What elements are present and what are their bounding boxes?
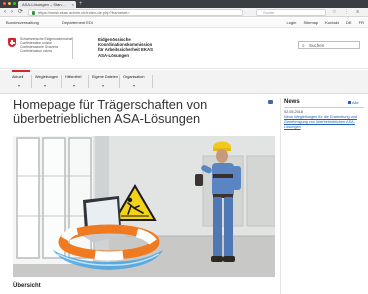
service-links: Login Sitemap Kontakt DE FR xyxy=(281,18,364,28)
news-all-link[interactable]: Alle xyxy=(348,100,359,106)
browser-tab-strip: ASA-Lösungen – Stan… × + xyxy=(0,0,368,8)
section-heading: Übersicht xyxy=(13,283,41,289)
confederation-wordmark: Schweizerische Eidgenossenschaft Confédé… xyxy=(20,37,73,53)
hero-image xyxy=(13,136,275,277)
nav-divider xyxy=(119,75,120,88)
header-divider xyxy=(72,37,73,59)
browser-tab[interactable]: ASA-Lösungen – Stan… × xyxy=(18,1,76,8)
confederation-line: Confederaziun svizra xyxy=(20,49,52,53)
nav-label: Aktuell xyxy=(12,75,24,79)
chevron-down-icon: ▾ xyxy=(44,83,47,88)
nav-divider xyxy=(61,75,62,88)
nav-divider xyxy=(31,75,32,88)
chevron-down-icon: ▾ xyxy=(133,83,136,88)
federal-administration-link[interactable]: Bundesverwaltung xyxy=(6,18,39,28)
nav-divider xyxy=(152,75,153,88)
minimize-window-icon[interactable] xyxy=(8,2,11,5)
close-window-icon[interactable] xyxy=(3,2,6,5)
login-link[interactable]: Login xyxy=(287,20,297,25)
federal-bar: Bundesverwaltung Departement EDI Login S… xyxy=(0,18,368,28)
tab-title: ASA-Lösungen – Stan… xyxy=(22,2,66,7)
lock-icon xyxy=(32,11,35,15)
reload-button[interactable]: ⟳ xyxy=(18,8,23,17)
sitemap-link[interactable]: Sitemap xyxy=(303,20,318,25)
nav-label: Wegleitungen xyxy=(35,75,59,79)
maximize-window-icon[interactable] xyxy=(13,2,16,5)
address-bar[interactable]: https://www.ekas.admin.ch/index-de.php?f… xyxy=(28,9,243,16)
back-button[interactable]: ‹ xyxy=(4,8,6,17)
active-nav-indicator xyxy=(12,70,30,72)
language-de-link[interactable]: DE xyxy=(346,20,352,25)
nav-label: Hilfsmittel xyxy=(65,75,82,79)
department-name: Eidgenössische Koordinationskommission f… xyxy=(98,37,153,58)
news-all-label: Alle xyxy=(352,100,359,105)
browser-menu-icons[interactable]: ☆ ⋮ ≡ xyxy=(332,8,362,17)
contact-link[interactable]: Kontakt xyxy=(325,20,339,25)
chevron-down-icon: ▾ xyxy=(18,83,21,88)
nav-label: Eigene Dateien xyxy=(92,75,118,79)
search-icon: ⌕ xyxy=(302,43,305,49)
site-header: Schweizerische Eidgenossenschaft Confédé… xyxy=(0,29,368,69)
news-divider xyxy=(284,107,364,108)
nav-label: Organisation xyxy=(123,75,145,79)
browser-toolbar: ‹ › ⟳ https://www.ekas.admin.ch/index-de… xyxy=(0,8,368,17)
chevron-down-icon: ▾ xyxy=(73,83,76,88)
site-search-input[interactable]: ⌕ Suchen xyxy=(298,41,360,49)
main-navigation: Aktuell ▾ Wegleitungen ▾ Hilfsmittel ▾ E… xyxy=(0,70,368,94)
browser-search-input[interactable]: Suche xyxy=(256,9,326,16)
url-text: https://www.ekas.admin.ch/index-de.php?f… xyxy=(38,10,130,15)
forward-button[interactable]: › xyxy=(11,8,13,17)
print-icon[interactable] xyxy=(268,100,273,104)
chevron-down-icon: ▾ xyxy=(102,83,105,88)
department-line: für Arbeitssicherheit EKAS xyxy=(98,47,153,53)
tab-close-icon[interactable]: × xyxy=(72,1,74,8)
rss-icon xyxy=(348,101,351,105)
search-label: Suchen xyxy=(309,43,325,48)
swiss-crest-icon[interactable] xyxy=(8,38,16,47)
department-link[interactable]: Departement EDI xyxy=(62,18,93,28)
nav-divider xyxy=(88,75,89,88)
news-title: News xyxy=(284,99,300,105)
page-title: Homepage für Trägerschaften von überbetr… xyxy=(13,97,208,126)
language-fr-link[interactable]: FR xyxy=(359,20,364,25)
browser-search-placeholder: Suche xyxy=(263,10,275,15)
new-tab-button[interactable]: + xyxy=(79,0,83,8)
news-article-link[interactable]: Neue Wegleitungen für die Erarbeitung un… xyxy=(284,115,366,129)
rail-divider xyxy=(280,98,281,294)
department-line: ASA-Lösungen xyxy=(98,52,130,58)
